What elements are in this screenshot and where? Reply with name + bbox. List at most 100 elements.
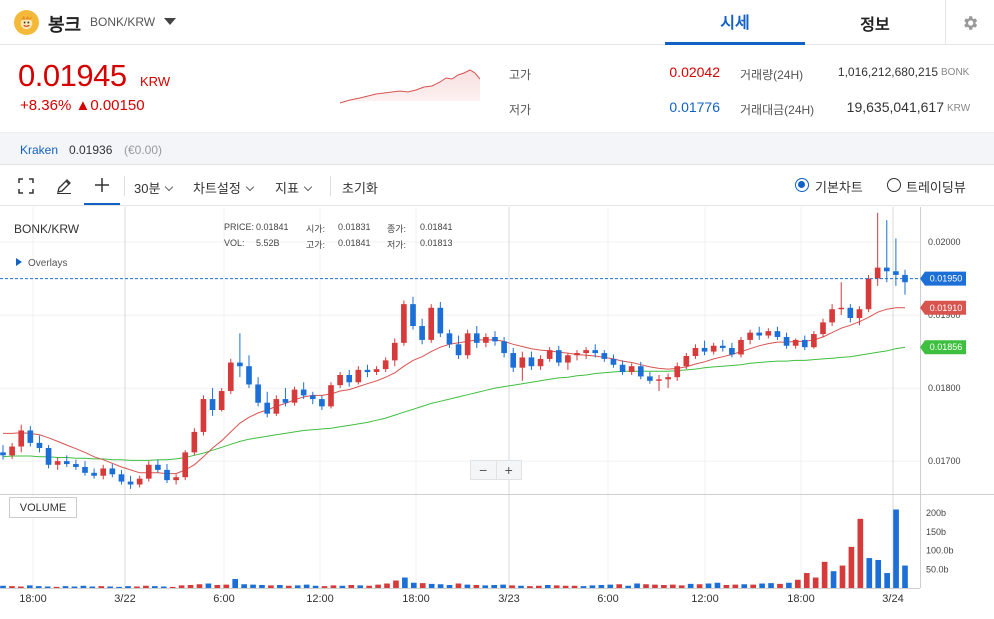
crosshair-icon[interactable] [84,166,120,205]
volume-bar [732,584,739,588]
tab-quote[interactable]: 시세 [665,0,805,45]
tradingview-radio[interactable] [887,178,901,192]
time-axis-tick: 3/24 [882,593,903,605]
volume-bar [795,579,801,588]
coin-select-caret-icon[interactable] [164,18,176,25]
volume-axis-tick: 100.0b [926,546,954,556]
legend-high-label: 고가: [306,240,326,250]
settings-gear-icon[interactable] [945,0,994,45]
tab-info[interactable]: 정보 [805,0,945,45]
volume-bar [750,584,757,588]
reset-button[interactable]: 초기화 [342,178,378,197]
candle-body [155,464,161,470]
coin-pair: BONK/KRW [90,15,156,29]
interval-label: 30분 [134,181,161,196]
toolbar-divider [124,176,125,196]
volume-bar [803,573,810,588]
volume-bar [598,585,605,588]
legend-open-label: 시가: [306,224,326,234]
legend-low-label: 저가: [387,240,407,250]
candle-body [492,336,498,342]
amount-24h-value: 19,635,041,617 [846,99,944,115]
price-unit: KRW [140,74,171,89]
candle-body [665,377,671,380]
volume-bar [848,546,855,588]
volume-bar [250,584,256,588]
volume-bar [455,583,462,588]
candle-body [637,366,644,377]
candle-body [91,472,97,476]
exchange-price: 0.01936 [69,143,113,157]
candle-body [656,379,662,381]
change-percent: +8.36% [20,97,72,114]
candle-body [729,347,735,355]
volume-bar [330,585,337,588]
volume-bar [187,585,194,588]
candle-body [473,333,480,343]
price-chart[interactable]: 0.020000.019000.018000.0170018:00 3/22 6:0… [0,207,994,619]
candle-body [164,469,170,481]
candle-body [483,336,489,343]
low-value: 0.01776 [669,99,720,115]
interval-select[interactable]: 30분 [134,178,174,197]
candle-body [182,452,189,478]
candle-body [355,369,362,383]
candle-body [255,384,261,403]
volume-axis-tick: 150b [926,527,946,537]
volume-bar [669,584,676,588]
legend-price-label: PRICE: [224,222,255,232]
bonk-logo-icon [14,10,39,35]
volume-bar [134,586,140,588]
volume-bar [169,586,176,588]
volume-24h-unit: BONK [941,67,970,78]
candle-body [446,333,453,345]
candle-body [264,402,271,414]
indicators-select[interactable]: 지표 [275,178,313,197]
price-axis-tick: 0.02000 [928,237,961,247]
chart-pair-label: BONK/KRW [14,222,80,236]
candle-body [373,369,380,373]
candle-body [145,464,152,479]
candle-body [419,326,425,340]
volume-bar [393,580,399,588]
volume-24h-label: 거래량(24H) [740,68,804,82]
time-axis-tick: 12:00 [691,593,719,605]
candle-body [874,267,881,279]
volume-bar [589,585,596,588]
overlays-toggle[interactable]: Overlays [16,258,67,269]
basic-chart-label[interactable]: 기본차트 [815,177,863,196]
candle-body [683,355,690,367]
candle-body [883,267,890,272]
candle-body [18,430,25,447]
time-axis-tick: 3/23 [498,593,519,605]
volume-bar [857,518,864,588]
candle-body [501,341,507,354]
candle-body [464,333,471,356]
candle-body [428,307,435,340]
candle-body [574,353,580,356]
volume-bar [285,585,292,588]
volume-24h-value: 1,016,212,680,215 [837,65,938,79]
zoom-in-button[interactable]: + [495,461,522,479]
candle-body [628,366,635,373]
volume-bar [160,586,167,588]
fullscreen-icon[interactable] [10,166,42,206]
exchange-name[interactable]: Kraken [20,143,58,157]
amount-24h-label: 거래대금(24H) [740,103,815,117]
volume-bar [44,586,51,588]
tradingview-label[interactable]: 트레이딩뷰 [906,177,966,196]
draw-pencil-icon[interactable] [48,166,80,206]
basic-chart-radio[interactable] [795,178,809,192]
chart-settings-select[interactable]: 차트설정 [193,178,255,197]
volume-bar [821,561,828,588]
exchange-diff: (€0.00) [124,143,163,157]
candle-body [127,481,134,485]
candle-body [109,468,116,475]
time-axis-tick: 18:00 [402,593,430,605]
candle-body [337,374,343,386]
zoom-out-button[interactable]: − [471,461,496,479]
volume-bar [652,584,658,588]
candle-body [783,336,790,346]
change-amount: ▲0.00150 [75,97,145,114]
volume-bar [616,584,623,588]
